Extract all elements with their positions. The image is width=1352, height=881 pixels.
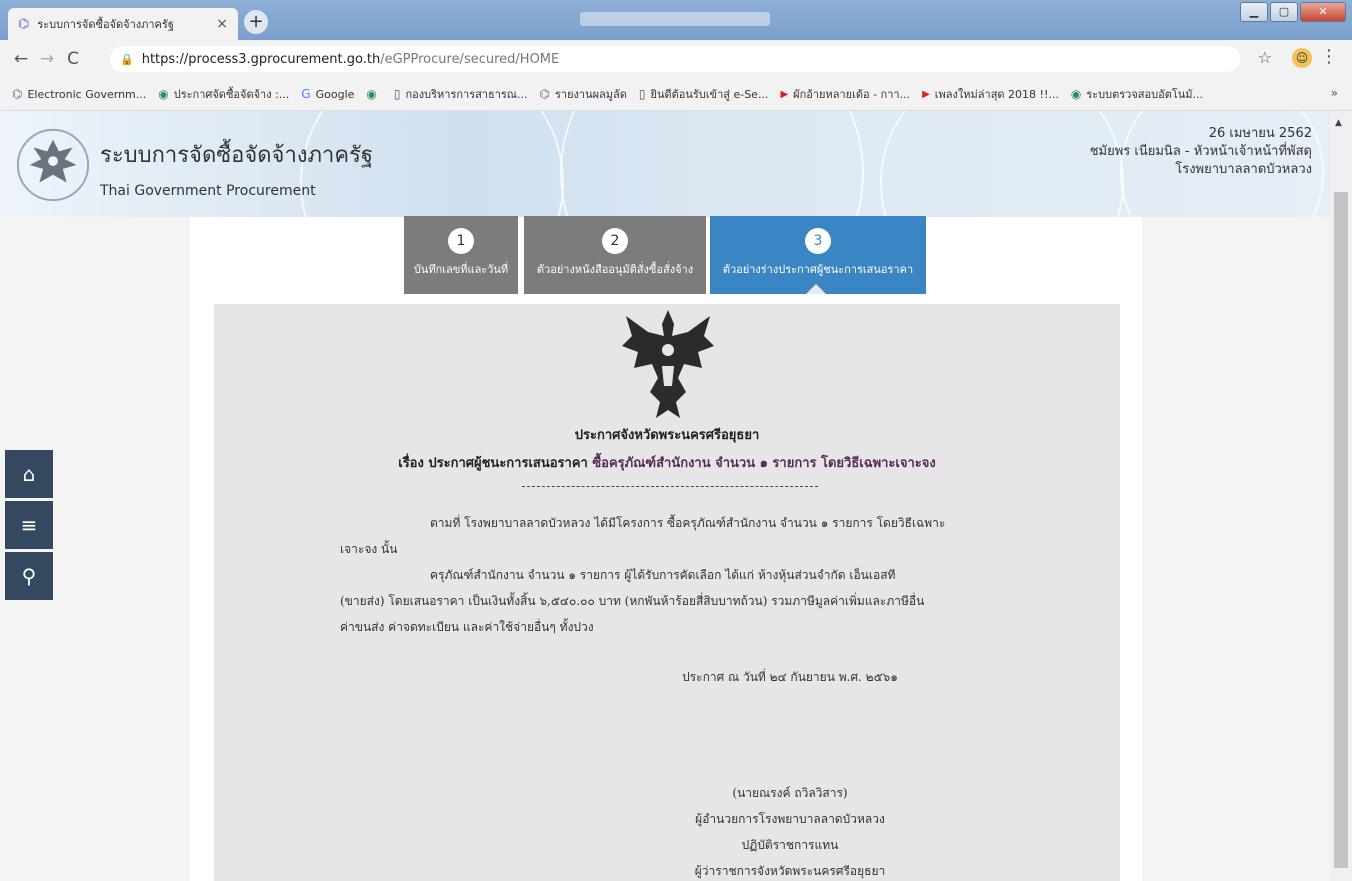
forward-button[interactable]: → bbox=[34, 49, 60, 69]
paragraph-2-line-1: ครุภัณฑ์สำนักงาน จำนวน ๑ รายการ ผู้ได้รั… bbox=[430, 568, 896, 582]
profile-avatar[interactable]: ☺ bbox=[1292, 48, 1312, 68]
subject-detail: ซื้อครุภัณฑ์สำนักงาน จำนวน ๑ รายการ โดยว… bbox=[592, 456, 936, 471]
user-organization: โรงพยาบาลลาดบัวหลวง bbox=[1175, 162, 1312, 177]
document-divider bbox=[522, 486, 818, 487]
youtube-icon: ▶ bbox=[780, 88, 789, 100]
bookmark-item[interactable]: ⌬ รายงานผลมูลัด bbox=[540, 85, 627, 103]
active-step-pointer bbox=[806, 284, 826, 294]
signer-title: ปฏิบัติราชการแทน bbox=[741, 838, 839, 852]
home-button[interactable]: ⌂ bbox=[5, 450, 53, 498]
window-title-blurred bbox=[580, 12, 770, 26]
document-subject: เรื่อง ประกาศผู้ชนะการเสนอราคา ซื้อครุภั… bbox=[214, 452, 1120, 473]
bookmark-label: ระบบตรวจสอบอัตโนมั... bbox=[1086, 88, 1204, 101]
paragraph-1-line-1: ตามที่ โรงพยาบาลลาดบัวหลวง ได้มีโครงการ … bbox=[430, 516, 946, 530]
step-number: 2 bbox=[602, 228, 628, 254]
back-button[interactable]: ← bbox=[8, 49, 34, 69]
paragraph-1-line-2: เจาะจง นั้น bbox=[340, 542, 398, 556]
step-label: บันทึกเลขที่และวันที่ bbox=[413, 263, 509, 276]
url-path: /eGPProcure/secured/HOME bbox=[380, 51, 560, 67]
paragraph-2-line-3: ค่าขนส่ง ค่าจดทะเบียน และค่าใช้จ่ายอื่นๆ… bbox=[340, 620, 594, 634]
browser-title-bar: ⌬ ระบบการจัดซื้อจัดจ้างภาครัฐ × + ▁ ▢ ✕ bbox=[0, 0, 1352, 40]
bookmark-item[interactable]: ⌬ Electronic Governm... bbox=[12, 87, 146, 101]
garuda-logo-icon bbox=[16, 128, 90, 202]
seal-icon: ◉ bbox=[366, 87, 377, 101]
step-number: 3 bbox=[805, 228, 831, 254]
scroll-up-arrow-icon[interactable]: ▲ bbox=[1335, 118, 1342, 128]
bookmark-item[interactable]: ▯ ยินดีต้อนรับเข้าสู่ e-Se... bbox=[639, 85, 769, 103]
bookmark-label: เพลงใหม่ล่าสุด 2018 !!... bbox=[934, 88, 1059, 101]
side-nav: ⌂ ≡ ⚲ bbox=[5, 450, 53, 603]
seal-icon: ◉ bbox=[1070, 87, 1082, 101]
bookmark-item[interactable]: ▶ เพลงใหม่ล่าสุด 2018 !!... bbox=[922, 85, 1059, 103]
window-controls: ▁ ▢ ✕ bbox=[1240, 2, 1346, 22]
bookmark-item[interactable]: ▶ ผักอ้ายหลายเด้อ - กาา... bbox=[780, 85, 910, 103]
user-info: 26 เมษายน 2562 ชมัยพร เนียมนิล - หัวหน้า… bbox=[1090, 125, 1312, 179]
document-heading: ประกาศจังหวัดพระนครศรีอยุธยา bbox=[574, 428, 760, 443]
menu-button[interactable]: ≡ bbox=[5, 501, 53, 549]
step-label: ตัวอย่างร่างประกาศผู้ชนะการเสนอราคา bbox=[722, 263, 914, 276]
step-1-tab[interactable]: 1 บันทึกเลขที่และวันที่ bbox=[404, 216, 518, 294]
bookmark-label: Google bbox=[315, 87, 355, 101]
lock-icon: 🔒 bbox=[120, 52, 134, 66]
e-gov-icon: ⌬ bbox=[18, 16, 30, 32]
bookmark-item[interactable]: G Google bbox=[301, 87, 354, 101]
hamburger-icon: ≡ bbox=[20, 513, 38, 537]
tab-title: ระบบการจัดซื้อจัดจ้างภาครัฐ bbox=[37, 18, 174, 31]
seal-icon: ◉ bbox=[158, 87, 169, 101]
bookmark-item[interactable]: ◉ ระบบตรวจสอบอัตโนมั... bbox=[1071, 85, 1203, 103]
header-ornament bbox=[560, 111, 864, 217]
e-gov-icon: ⌬ bbox=[12, 87, 23, 101]
step-2-tab[interactable]: 2 ตัวอย่างหนังสืออนุมัติสั่งซื้อสั่งจ้าง bbox=[524, 216, 706, 294]
bookmark-label: รายงานผลมูลัด bbox=[554, 88, 627, 101]
current-date: 26 เมษายน 2562 bbox=[1208, 126, 1312, 141]
google-icon: G bbox=[301, 87, 311, 101]
bookmarks-overflow-button[interactable]: » bbox=[1331, 86, 1338, 100]
address-bar[interactable]: 🔒 https://process3.gprocurement.go.th/eG… bbox=[110, 46, 1240, 72]
new-tab-button[interactable]: + bbox=[244, 10, 268, 34]
site-header: ระบบการจัดซื้อจัดจ้างภาครัฐ Thai Governm… bbox=[0, 111, 1330, 217]
bookmark-star-icon[interactable]: ☆ bbox=[1258, 48, 1272, 67]
user-name: ชมัยพร เนียมนิล - หัวหน้าเจ้าหน้าที่พัสด… bbox=[1089, 144, 1312, 159]
site-subtitle: Thai Government Procurement bbox=[100, 183, 316, 199]
bookmark-label: ประกาศจัดซื้อจัดจ้าง :... bbox=[173, 88, 290, 101]
search-icon: ⚲ bbox=[21, 564, 37, 588]
reload-button[interactable]: C bbox=[60, 49, 86, 69]
bookmark-label: Electronic Governm... bbox=[27, 87, 147, 101]
bookmark-item[interactable]: ◉ ประกาศจัดซื้อจัดจ้าง :... bbox=[158, 85, 289, 103]
step-3-tab[interactable]: 3 ตัวอย่างร่างประกาศผู้ชนะการเสนอราคา bbox=[710, 216, 926, 294]
bookmark-item[interactable]: ▯ กองบริหารการสาธารณ... bbox=[394, 85, 528, 103]
header-ornament bbox=[880, 111, 1124, 217]
signer-name: (นายณรงค์ ถวิลวิสาร) bbox=[732, 786, 848, 800]
bookmark-label: ยินดีต้อนรับเข้าสู่ e-Se... bbox=[650, 88, 769, 101]
tab-close-button[interactable]: × bbox=[216, 16, 228, 32]
browser-menu-icon[interactable]: ⋮ bbox=[1320, 46, 1338, 67]
bookmark-item[interactable]: ◉ bbox=[366, 87, 381, 101]
close-window-button[interactable]: ✕ bbox=[1300, 2, 1346, 22]
site-title: ระบบการจัดซื้อจัดจ้างภาครัฐ bbox=[100, 143, 374, 168]
signer-title: ผู้ว่าราชการจังหวัดพระนครศรีอยุธยา bbox=[694, 864, 886, 878]
page-icon: ▯ bbox=[638, 87, 646, 101]
bookmark-label: ผักอ้ายหลายเด้อ - กาา... bbox=[793, 88, 911, 101]
minimize-button[interactable]: ▁ bbox=[1240, 2, 1268, 22]
bookmarks-bar: ⌬ Electronic Governm... ◉ ประกาศจัดซื้อจัดจ… bbox=[0, 78, 1352, 111]
page-icon: ▯ bbox=[393, 87, 401, 101]
step-number: 1 bbox=[448, 228, 474, 254]
garuda-emblem-icon bbox=[622, 310, 714, 418]
url-host: https://process3.gprocurement.go.th bbox=[141, 51, 381, 67]
search-button[interactable]: ⚲ bbox=[5, 552, 53, 600]
browser-tab[interactable]: ⌬ ระบบการจัดซื้อจัดจ้างภาครัฐ × bbox=[8, 8, 238, 40]
signer-title: ผู้อำนวยการโรงพยาบาลลาดบัวหลวง bbox=[695, 812, 885, 826]
announcement-date: ประกาศ ณ วันที่ ๒๔ กันยายน พ.ศ. ๒๕๖๑ bbox=[682, 670, 898, 684]
paragraph-2-line-2: (ขายส่ง) โดยเสนอราคา เป็นเงินทั้งสิ้น ๖,… bbox=[340, 594, 925, 608]
step-label: ตัวอย่างหนังสืออนุมัติสั่งซื้อสั่งจ้าง bbox=[536, 263, 694, 276]
subject-prefix: เรื่อง ประกาศผู้ชนะการเสนอราคา bbox=[398, 456, 588, 471]
browser-toolbar: ← → C 🔒 https://process3.gprocurement.go… bbox=[0, 40, 1352, 78]
bookmark-label: กองบริหารการสาธารณ... bbox=[405, 88, 528, 101]
home-icon: ⌂ bbox=[22, 462, 36, 486]
e-gov-icon: ⌬ bbox=[539, 87, 550, 101]
scrollbar-thumb[interactable] bbox=[1334, 192, 1348, 868]
youtube-icon: ▶ bbox=[922, 88, 930, 100]
maximize-button[interactable]: ▢ bbox=[1270, 2, 1298, 22]
